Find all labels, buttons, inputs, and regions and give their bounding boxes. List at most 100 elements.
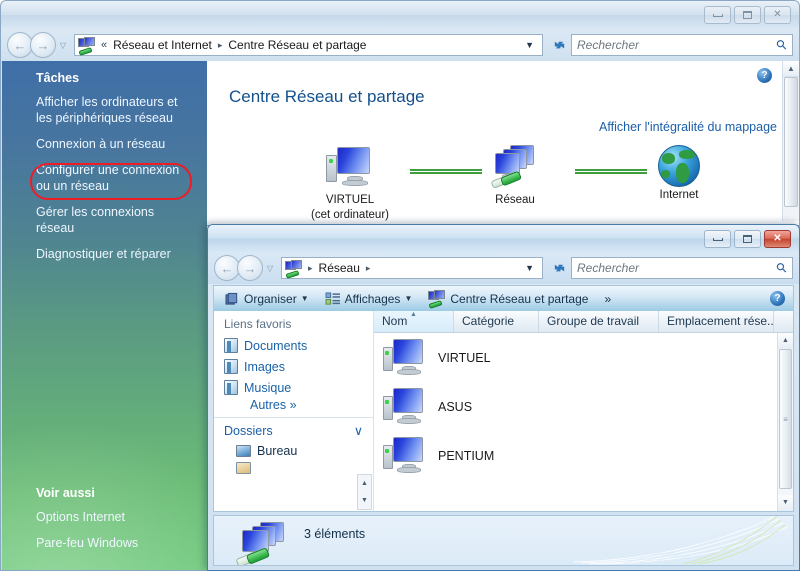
scroll-up-button[interactable]: ▲ (358, 475, 371, 492)
address-dropdown-icon[interactable]: ▼ (520, 263, 539, 273)
sidebar-item-manage-connections[interactable]: Gérer les connexions réseau (2, 199, 207, 241)
network-computers-icon (235, 522, 292, 565)
sidebar-item-connect-to-network[interactable]: Connexion à un réseau (2, 131, 207, 157)
file-list-scrollbar[interactable]: ▲ ≡ ▼ (777, 333, 793, 511)
map-node-computer[interactable]: VIRTUEL (cet ordinateur) (290, 145, 410, 222)
network-center-button[interactable]: Centre Réseau et partage (421, 288, 595, 309)
toolbar-overflow-button[interactable]: » (597, 290, 618, 308)
folders-section-header[interactable]: Dossiers ∨ (214, 418, 373, 442)
nav-item-pictures[interactable]: Images (214, 356, 373, 377)
table-row[interactable]: PENTIUM (374, 431, 793, 480)
breadcrumb-separator-left-icon[interactable]: ▸ (306, 263, 315, 274)
chevron-down-icon: ▽ (266, 263, 274, 273)
close-button[interactable]: ✕ (764, 230, 791, 248)
chevron-down-icon: ▼ (404, 294, 413, 303)
column-header-category-label: Catégorie (462, 314, 515, 328)
forward-button[interactable]: → (30, 32, 56, 58)
breadcrumb-item-1[interactable]: Réseau et Internet (112, 38, 213, 52)
back-arrow-icon: ← (220, 260, 234, 276)
refresh-button[interactable] (547, 33, 571, 57)
column-header-name[interactable]: Nom ▲ (374, 311, 454, 332)
desktop-icon (236, 445, 251, 457)
maximize-button[interactable] (734, 230, 761, 248)
address-bar[interactable]: ▸ Réseau ▸ ▼ (281, 257, 543, 279)
scroll-thumb[interactable] (784, 77, 798, 207)
column-header-workgroup-label: Groupe de travail (547, 314, 640, 328)
nav-item-music[interactable]: Musique (214, 377, 373, 398)
views-button[interactable]: Affichages ▼ (318, 290, 420, 308)
sidebar-item-setup-connection[interactable]: Configurer une connexion ou un réseau (2, 157, 207, 199)
views-icon (325, 291, 340, 305)
file-list-pane: Nom ▲ Catégorie Groupe de travail Emplac… (374, 311, 793, 511)
see-also-section: Voir aussi Options Internet Pare-feu Win… (2, 476, 207, 556)
recent-pages-button[interactable]: ▽ (56, 41, 70, 50)
map-node-network[interactable]: Réseau (455, 145, 575, 207)
scroll-down-button[interactable]: ▼ (358, 492, 371, 509)
search-input[interactable]: Rechercher (577, 38, 777, 52)
address-dropdown-icon[interactable]: ▼ (520, 40, 539, 50)
scroll-thumb[interactable]: ≡ (779, 349, 792, 489)
table-row[interactable]: VIRTUEL (374, 333, 793, 382)
breadcrumb-item-1[interactable]: Réseau (318, 261, 361, 275)
status-item-count: 3 éléments (304, 527, 366, 541)
nav-item-documents-label: Documents (244, 338, 308, 353)
minimize-button[interactable] (704, 6, 731, 24)
scroll-down-button[interactable]: ▼ (778, 495, 793, 511)
window1-titlebar[interactable]: ✕ (1, 1, 799, 29)
forward-arrow-icon: → (243, 260, 257, 276)
scroll-thumb-grip-icon: ≡ (783, 414, 788, 424)
column-header-category[interactable]: Catégorie (454, 311, 539, 332)
breadcrumb-separator-right-icon[interactable]: ▸ (364, 263, 373, 274)
nav-item-more[interactable]: Autres » (214, 398, 373, 412)
map-node-internet[interactable]: Internet (619, 145, 739, 202)
scroll-up-button[interactable]: ▲ (783, 61, 799, 77)
breadcrumb-separator-icon[interactable]: ▸ (216, 40, 225, 51)
column-header-workgroup[interactable]: Groupe de travail (539, 311, 659, 332)
search-input[interactable]: Rechercher (577, 261, 777, 275)
breadcrumb-item-2[interactable]: Centre Réseau et partage (227, 38, 367, 52)
folder-icon (236, 462, 251, 474)
table-cell-name: VIRTUEL (438, 350, 491, 365)
search-box[interactable]: Rechercher ⚲ (571, 34, 793, 56)
network-icon (489, 145, 541, 189)
network-explorer-window: ✕ ← → ▽ ▸ Réseau ▸ ▼ Rechercher ⚲ Organi… (207, 224, 800, 571)
maximize-button[interactable] (734, 6, 761, 24)
search-box[interactable]: Rechercher ⚲ (571, 257, 793, 279)
window1-navigation-bar: ← → ▽ « Réseau et Internet ▸ Centre Rése… (1, 29, 799, 61)
table-row[interactable]: ASUS (374, 382, 793, 431)
explorer-body: Liens favoris Documents Images Musique A… (213, 311, 794, 512)
help-button[interactable]: ? (770, 291, 785, 306)
tree-item-partial[interactable] (214, 460, 373, 476)
forward-button[interactable]: → (237, 255, 263, 281)
column-header-location[interactable]: Emplacement rése... (659, 311, 774, 332)
map-node-computer-sublabel: (cet ordinateur) (311, 209, 389, 222)
scroll-up-button[interactable]: ▲ (778, 333, 793, 349)
content-scrollbar[interactable]: ▲ (782, 61, 799, 221)
breadcrumb-overflow-icon[interactable]: « (99, 39, 109, 51)
view-full-map-link[interactable]: Afficher l'intégralité du mappage (599, 120, 777, 134)
pictures-icon (224, 359, 238, 374)
help-button[interactable]: ? (757, 68, 772, 83)
map-node-computer-label: VIRTUEL (325, 194, 375, 206)
nav-item-documents[interactable]: Documents (214, 335, 373, 356)
sidebar-item-diagnose-repair[interactable]: Diagnostiquer et réparer (2, 241, 207, 267)
network-folder-icon (78, 36, 96, 56)
tree-item-desktop[interactable]: Bureau (214, 442, 373, 460)
table-cell-name: ASUS (438, 399, 473, 414)
close-button[interactable]: ✕ (764, 6, 791, 24)
map-node-internet-label: Internet (659, 189, 699, 201)
window2-titlebar[interactable]: ✕ (208, 225, 799, 252)
tasks-sidebar: Tâches Afficher les ordinateurs et les p… (2, 61, 207, 570)
computer-icon (382, 387, 428, 427)
recent-pages-button[interactable]: ▽ (263, 264, 277, 273)
sidebar-item-windows-firewall[interactable]: Pare-feu Windows (2, 530, 207, 556)
refresh-icon (554, 264, 564, 271)
explorer-toolbar: Organiser ▼ Affichages ▼ Centre Réseau e… (213, 285, 794, 311)
refresh-button[interactable] (547, 256, 571, 280)
address-bar[interactable]: « Réseau et Internet ▸ Centre Réseau et … (74, 34, 543, 56)
minimize-button[interactable] (704, 230, 731, 248)
sidebar-item-internet-options[interactable]: Options Internet (2, 504, 207, 530)
tree-scrollbar[interactable]: ▲ ▼ (357, 474, 372, 510)
organize-button[interactable]: Organiser ▼ (218, 290, 316, 308)
sidebar-item-view-computers[interactable]: Afficher les ordinateurs et les périphér… (2, 89, 207, 131)
